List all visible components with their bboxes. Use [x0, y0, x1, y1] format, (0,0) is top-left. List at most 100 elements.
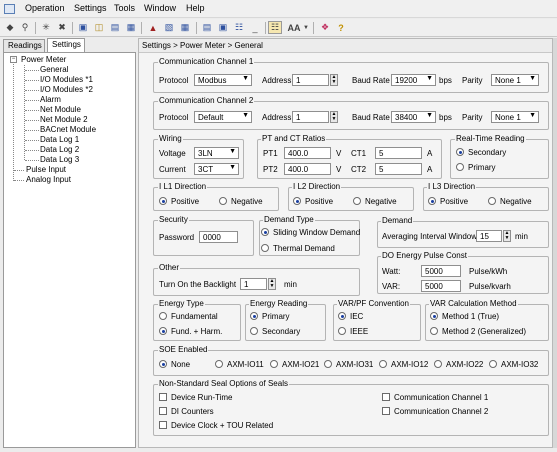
sliding-window-radio[interactable]	[261, 228, 269, 236]
stack-icon[interactable]: ☷	[232, 21, 246, 34]
tree-general[interactable]: General	[40, 65, 68, 75]
baud-rate-select-1[interactable]: 19200 ▼	[391, 74, 436, 86]
pin-icon[interactable]: ⚲	[18, 21, 32, 34]
energy-secondary-radio[interactable]	[250, 327, 258, 335]
collapse-icon[interactable]: −	[10, 56, 17, 63]
tree-net-module-2[interactable]: Net Module 2	[40, 115, 88, 125]
voltage-select[interactable]: 3LN ▼	[194, 147, 239, 159]
tab-settings[interactable]: Settings	[47, 38, 85, 52]
ct2-input[interactable]: 5	[375, 163, 422, 175]
parity-value: None 1	[495, 76, 521, 85]
parity-select-1[interactable]: None 1 ▼	[491, 74, 539, 86]
connect-icon[interactable]: ✳	[39, 21, 53, 34]
l3-positive-radio[interactable]	[428, 197, 436, 205]
book-icon[interactable]: ❖	[318, 21, 332, 34]
address-input-2[interactable]: 1	[292, 111, 329, 123]
fund-harm-radio[interactable]	[159, 327, 167, 335]
layout-icon[interactable]: ▧	[162, 21, 176, 34]
tree-data-log-3[interactable]: Data Log 3	[40, 155, 79, 165]
parity-select-2[interactable]: None 1 ▼	[491, 111, 539, 123]
comm-channel-1-checkbox[interactable]	[382, 393, 390, 401]
tree-data-log-2[interactable]: Data Log 2	[40, 145, 79, 155]
soe-axm-io22-radio[interactable]	[434, 360, 442, 368]
tab-readings[interactable]: Readings	[3, 39, 45, 52]
print-icon[interactable]: ▤	[108, 21, 122, 34]
backlight-spinner[interactable]: ▲ ▼	[268, 278, 276, 290]
menu-window[interactable]: Window	[144, 3, 176, 13]
soe-axm-io32-radio[interactable]	[489, 360, 497, 368]
interval-spinner[interactable]: ▲ ▼	[503, 230, 511, 242]
address-input-1[interactable]: 1	[292, 74, 329, 86]
iec-radio[interactable]	[338, 312, 346, 320]
pt2-input[interactable]: 400.0	[284, 163, 331, 175]
chart-icon[interactable]: ▲	[146, 21, 160, 34]
grid-icon[interactable]: ▦	[178, 21, 192, 34]
home-icon[interactable]: ▦	[124, 21, 138, 34]
window-icon[interactable]: ▣	[216, 21, 230, 34]
chevron-down-icon[interactable]: ▼	[302, 21, 310, 34]
l1-positive-radio[interactable]	[159, 197, 167, 205]
primary-radio[interactable]	[456, 163, 464, 171]
open-icon[interactable]: ◫	[92, 21, 106, 34]
fund-harm-label: Fund. + Harm.	[171, 327, 223, 336]
minimize-icon[interactable]: _	[248, 21, 262, 34]
tree-pulse-input[interactable]: Pulse Input	[26, 165, 66, 175]
l2-negative-radio[interactable]	[353, 197, 361, 205]
pt1-input[interactable]: 400.0	[284, 147, 331, 159]
tree-net-module[interactable]: Net Module	[40, 105, 81, 115]
tree-io-modules-1[interactable]: I/O Modules *1	[40, 75, 93, 85]
tree-analog-input[interactable]: Analog Input	[26, 175, 71, 185]
fundamental-radio[interactable]	[159, 312, 167, 320]
address-spinner-2[interactable]: ▲ ▼	[330, 111, 338, 123]
list-icon[interactable]: ▤	[200, 21, 214, 34]
save-icon[interactable]: ▣	[76, 21, 90, 34]
address-spinner-1[interactable]: ▲ ▼	[330, 74, 338, 86]
disconnect-icon[interactable]: ✖	[55, 21, 69, 34]
comm-channel-2-checkbox[interactable]	[382, 407, 390, 415]
var-pulse-input[interactable]: 5000	[421, 280, 461, 292]
secondary-radio[interactable]	[456, 148, 464, 156]
averaging-interval-input[interactable]: 15	[476, 230, 502, 242]
ieee-radio[interactable]	[338, 327, 346, 335]
chevron-down-icon: ▼	[229, 164, 236, 171]
select-icon[interactable]: ☷	[268, 21, 282, 34]
ct1-input[interactable]: 5	[375, 147, 422, 159]
watt-pulse-input[interactable]: 5000	[421, 265, 461, 277]
l1-negative-radio[interactable]	[219, 197, 227, 205]
soe-axm-io31-radio[interactable]	[324, 360, 332, 368]
thermal-demand-radio[interactable]	[261, 244, 269, 252]
menu-help[interactable]: Help	[186, 3, 205, 13]
tree-bacnet-module[interactable]: BACnet Module	[40, 125, 96, 135]
protocol-select-1[interactable]: Modbus ▼	[194, 74, 252, 86]
soe-axm-io31-label: AXM-IO31	[336, 360, 374, 369]
method-2-radio[interactable]	[430, 327, 438, 335]
soe-axm-io11-radio[interactable]	[215, 360, 223, 368]
method-1-radio[interactable]	[430, 312, 438, 320]
device-run-time-checkbox[interactable]	[159, 393, 167, 401]
tree-alarm[interactable]: Alarm	[40, 95, 61, 105]
tree-power-meter[interactable]: Power Meter	[21, 55, 66, 65]
l3-negative-radio[interactable]	[488, 197, 496, 205]
menu-tools[interactable]: Tools	[114, 3, 135, 13]
l2-positive-radio[interactable]	[293, 197, 301, 205]
menu-operation[interactable]: Operation	[25, 3, 65, 13]
tree-data-log-1[interactable]: Data Log 1	[40, 135, 79, 145]
soe-axm-io12-radio[interactable]	[379, 360, 387, 368]
font-icon[interactable]: AA	[285, 21, 303, 34]
baud-rate-select-2[interactable]: 38400 ▼	[391, 111, 436, 123]
vertical-scrollbar[interactable]	[553, 38, 557, 448]
energy-primary-radio[interactable]	[250, 312, 258, 320]
device-clock-checkbox[interactable]	[159, 421, 167, 429]
current-select[interactable]: 3CT ▼	[194, 163, 239, 175]
help-icon[interactable]: ?	[334, 21, 348, 34]
pointer-icon[interactable]: ◆	[3, 21, 17, 34]
password-input[interactable]: 0000	[199, 231, 238, 243]
menu-settings[interactable]: Settings	[74, 3, 107, 13]
soe-axm-io21-radio[interactable]	[270, 360, 278, 368]
soe-none-radio[interactable]	[159, 360, 167, 368]
protocol-select-2[interactable]: Default ▼	[194, 111, 252, 123]
backlight-input[interactable]: 1	[240, 278, 267, 290]
sliding-window-label: Sliding Window Demand	[273, 228, 361, 237]
di-counters-checkbox[interactable]	[159, 407, 167, 415]
tree-io-modules-2[interactable]: I/O Modules *2	[40, 85, 93, 95]
